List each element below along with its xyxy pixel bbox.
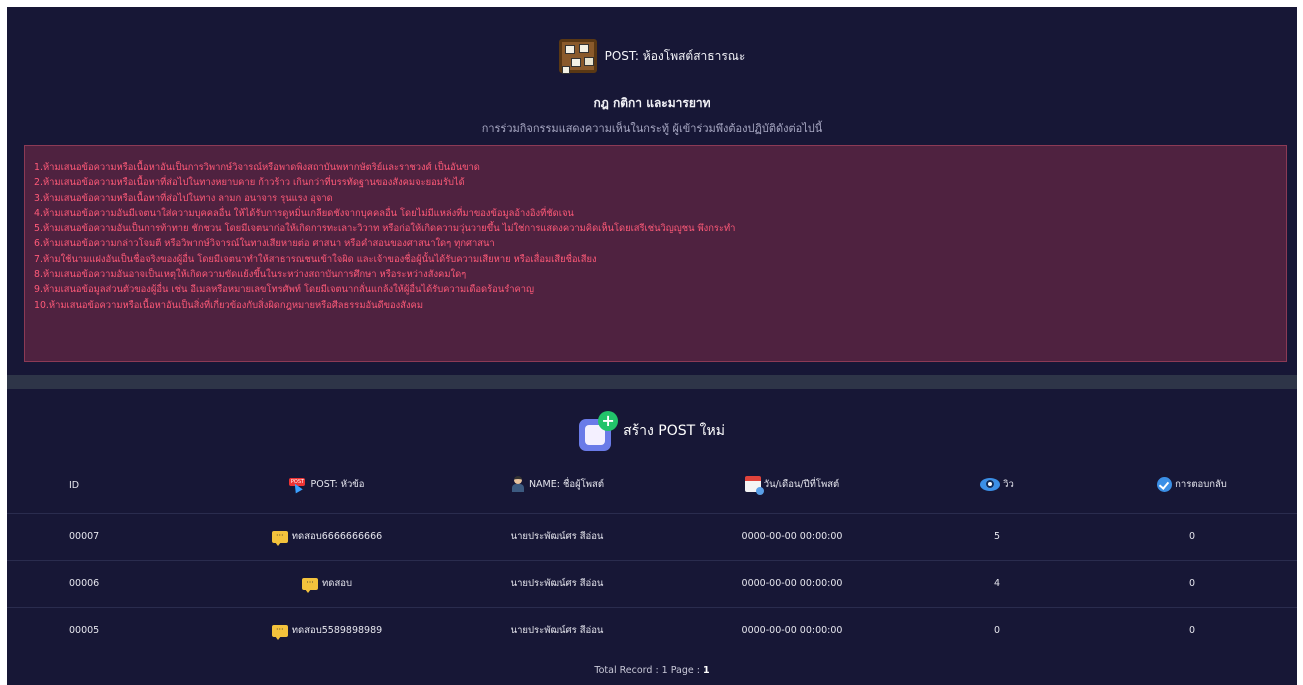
rules-title: กฎ กติกา และมารยาท [593, 96, 711, 110]
bulletin-board-icon [558, 39, 597, 74]
column-header-date: วัน/เดือน/ปีที่โพสต์ [677, 459, 907, 513]
rule-item: 9.ห้ามเสนอข้อมูลส่วนตัวของผู้อื่น เช่น อ… [34, 284, 535, 296]
cell-replies: 0 [1087, 606, 1297, 654]
table-row[interactable]: 00006 ··· ทดสอบ นายประพัฒน์ศร สีอ่อน 0000… [7, 559, 1297, 607]
rules-subtitle: การร่วมกิจกรรมแสดงความเห็นในกระทู้ ผู้เข… [481, 122, 823, 135]
rule-item: 4.ห้ามเสนอข้อความอันมีเจตนาใส่ความบุคคลอ… [34, 207, 574, 219]
table-header-row: ID POST POST: หัวข้อ NAME: ชื่อผู้โพสต์ ว… [7, 459, 1297, 513]
post-title-link[interactable]: ··· ทดสอบ5589898989 [271, 623, 382, 640]
cell-name: นายประพัฒน์ศร สีอ่อน [437, 559, 677, 607]
chat-bubble-icon: ··· [302, 577, 319, 593]
cell-replies: 0 [1087, 559, 1297, 607]
rule-item: 10.ห้ามเสนอข้อความหรือเนื้อหาอันเป็นสิ่ง… [34, 299, 423, 311]
cell-name: นายประพัฒน์ศร สีอ่อน [437, 606, 677, 654]
posts-panel: + สร้าง POST ใหม่ ID POST POST: หัวข้อ NA… [7, 389, 1297, 685]
check-circle-icon [1157, 476, 1173, 492]
cell-id: 00005 [7, 606, 217, 654]
column-header-replies: การตอบกลับ [1087, 459, 1297, 513]
cell-date: 0000-00-00 00:00:00 [677, 606, 907, 654]
page-frame: POST: ห้องโพสต์สาธารณะ กฎ กติกา และมารยา… [7, 7, 1297, 685]
rules-list: 1.ห้ามเสนอข้อความหรือเนื้อหาอันเป็นการวิ… [24, 145, 1287, 362]
rule-item: 5.ห้ามเสนอข้อความอันเป็นการท้าทาย ชักชวน… [34, 223, 736, 235]
cell-views: 5 [907, 512, 1087, 560]
cell-name: นายประพัฒน์ศร สีอ่อน [437, 512, 677, 560]
chat-bubble-icon: ··· [271, 530, 288, 546]
table-row[interactable]: 00007 ··· ทดสอบ6666666666 นายประพัฒน์ศร ส… [7, 512, 1297, 560]
cell-replies: 0 [1087, 512, 1297, 560]
user-icon [510, 476, 526, 493]
rule-item: 3.ห้ามเสนอข้อความหรือเนื้อหาที่ส่อไปในทา… [34, 192, 333, 204]
posts-table: ID POST POST: หัวข้อ NAME: ชื่อผู้โพสต์ ว… [7, 459, 1297, 654]
cell-title[interactable]: ··· ทดสอบ6666666666 [217, 512, 437, 560]
table-row[interactable]: 00005 ··· ทดสอบ5589898989 นายประพัฒน์ศร ส… [7, 606, 1297, 654]
create-post-icon[interactable]: + [579, 411, 619, 451]
column-header-title: POST POST: หัวข้อ [217, 459, 437, 513]
column-header-views: วิว [907, 459, 1087, 513]
create-post-label[interactable]: สร้าง POST ใหม่ [623, 420, 725, 442]
rule-item: 8.ห้ามเสนอข้อความอันอาจเป็นเหตุให้เกิดคว… [34, 269, 467, 281]
page-header: POST: ห้องโพสต์สาธารณะ [7, 39, 1297, 74]
pagination-info: Total Record : 1 Page : 1 [7, 665, 1297, 676]
section-divider [7, 375, 1297, 389]
column-header-name: NAME: ชื่อผู้โพสต์ [437, 459, 677, 513]
eye-icon [980, 478, 1001, 492]
cell-id: 00007 [7, 512, 217, 560]
rule-item: 6.ห้ามเสนอข้อความกล่าวโจมตี หรือวิพากษ์ว… [34, 238, 495, 250]
cell-title[interactable]: ··· ทดสอบ5589898989 [217, 606, 437, 654]
chat-bubble-icon: ··· [271, 624, 288, 640]
cell-title[interactable]: ··· ทดสอบ [217, 559, 437, 607]
post-title-link[interactable]: ··· ทดสอบ [302, 576, 352, 593]
post-title-link[interactable]: ··· ทดสอบ6666666666 [271, 529, 382, 546]
column-header-id: ID [69, 480, 80, 492]
post-tag-icon: POST [289, 477, 307, 493]
rule-item: 1.ห้ามเสนอข้อความหรือเนื้อหาอันเป็นการวิ… [34, 162, 480, 173]
rule-item: 2.ห้ามเสนอข้อความหรือเนื้อหาที่ส่อไปในทา… [34, 177, 465, 189]
pagination-text: Total Record : 1 Page : [594, 665, 703, 676]
rule-item: 7.ห้ามใช้นามแฝงอันเป็นชื่อจริงของผู้อื่น… [34, 253, 597, 265]
page-title: POST: ห้องโพสต์สาธารณะ [604, 48, 746, 63]
cell-id: 00006 [7, 559, 217, 607]
cell-date: 0000-00-00 00:00:00 [677, 512, 907, 560]
cell-date: 0000-00-00 00:00:00 [677, 559, 907, 607]
rules-panel: POST: ห้องโพสต์สาธารณะ กฎ กติกา และมารยา… [7, 7, 1297, 375]
calendar-icon [744, 476, 764, 496]
cell-views: 4 [907, 559, 1087, 607]
page-number[interactable]: 1 [703, 665, 710, 676]
create-post-button[interactable]: + สร้าง POST ใหม่ [7, 411, 1297, 451]
cell-views: 0 [907, 606, 1087, 654]
